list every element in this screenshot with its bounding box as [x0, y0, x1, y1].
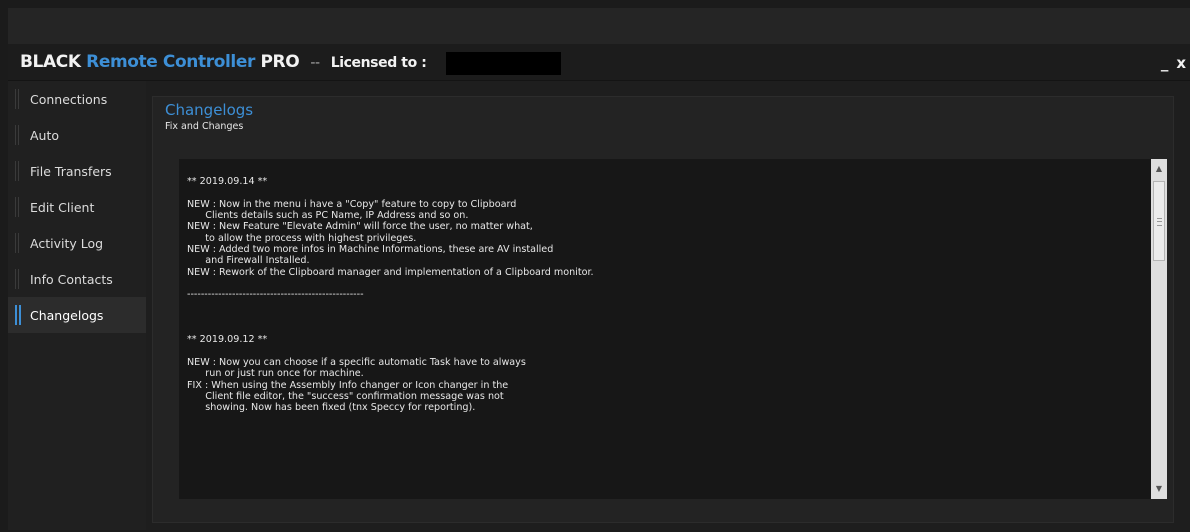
changelogs-panel: Changelogs Fix and Changes ** 2019.09.14…	[152, 96, 1174, 523]
sidebar-item-file-transfers[interactable]: File Transfers	[8, 153, 146, 189]
changelog-textbox[interactable]: ** 2019.09.14 ** NEW : Now in the menu i…	[179, 159, 1161, 499]
sidebar-item-activity-log[interactable]: Activity Log	[8, 225, 146, 261]
title-remote-controller: Remote Controller	[86, 52, 255, 72]
window-title: BLACK Remote Controller PRO -- Licensed …	[20, 52, 427, 73]
app-window: BLACK Remote Controller PRO -- Licensed …	[8, 44, 1190, 530]
sidebar-item-label: File Transfers	[30, 163, 112, 179]
sidebar-item-label: Changelogs	[30, 307, 104, 323]
sidebar-item-edit-client[interactable]: Edit Client	[8, 189, 146, 225]
scroll-thumb[interactable]	[1153, 181, 1165, 261]
close-button[interactable]: x	[1176, 54, 1186, 72]
sidebar-item-label: Edit Client	[30, 199, 95, 215]
grip-icon	[1157, 218, 1162, 226]
title-pro: PRO	[260, 52, 300, 72]
title-bar: BLACK Remote Controller PRO -- Licensed …	[8, 44, 1190, 81]
page-subtitle: Fix and Changes	[165, 121, 244, 132]
scroll-up-icon[interactable]: ▲	[1151, 161, 1167, 177]
licensed-label: Licensed to :	[330, 55, 427, 71]
sidebar-item-info-contacts[interactable]: Info Contacts	[8, 261, 146, 297]
screen: BLACK Remote Controller PRO -- Licensed …	[0, 0, 1190, 532]
sidebar-item-label: Auto	[30, 127, 60, 143]
sidebar-item-label: Activity Log	[30, 235, 104, 251]
licensee-redacted	[446, 52, 561, 75]
window-controls: _ x	[1161, 53, 1186, 73]
sidebar: Connections Auto File Transfers Edit Cli…	[8, 81, 146, 530]
changelog-text: ** 2019.09.14 ** NEW : Now in the menu i…	[187, 176, 594, 414]
title-separator: --	[310, 55, 320, 71]
sidebar-item-connections[interactable]: Connections	[8, 81, 146, 117]
sidebar-item-label: Info Contacts	[30, 271, 113, 287]
top-bar	[8, 8, 1190, 44]
sidebar-item-changelogs[interactable]: Changelogs	[8, 297, 146, 333]
sidebar-item-auto[interactable]: Auto	[8, 117, 146, 153]
page-title: Changelogs	[165, 101, 254, 119]
minimize-button[interactable]: _	[1161, 54, 1169, 72]
title-black: BLACK	[20, 52, 81, 72]
sidebar-item-label: Connections	[30, 91, 108, 107]
vertical-scrollbar[interactable]: ▲ ▼	[1151, 159, 1167, 499]
scroll-down-icon[interactable]: ▼	[1151, 481, 1167, 497]
